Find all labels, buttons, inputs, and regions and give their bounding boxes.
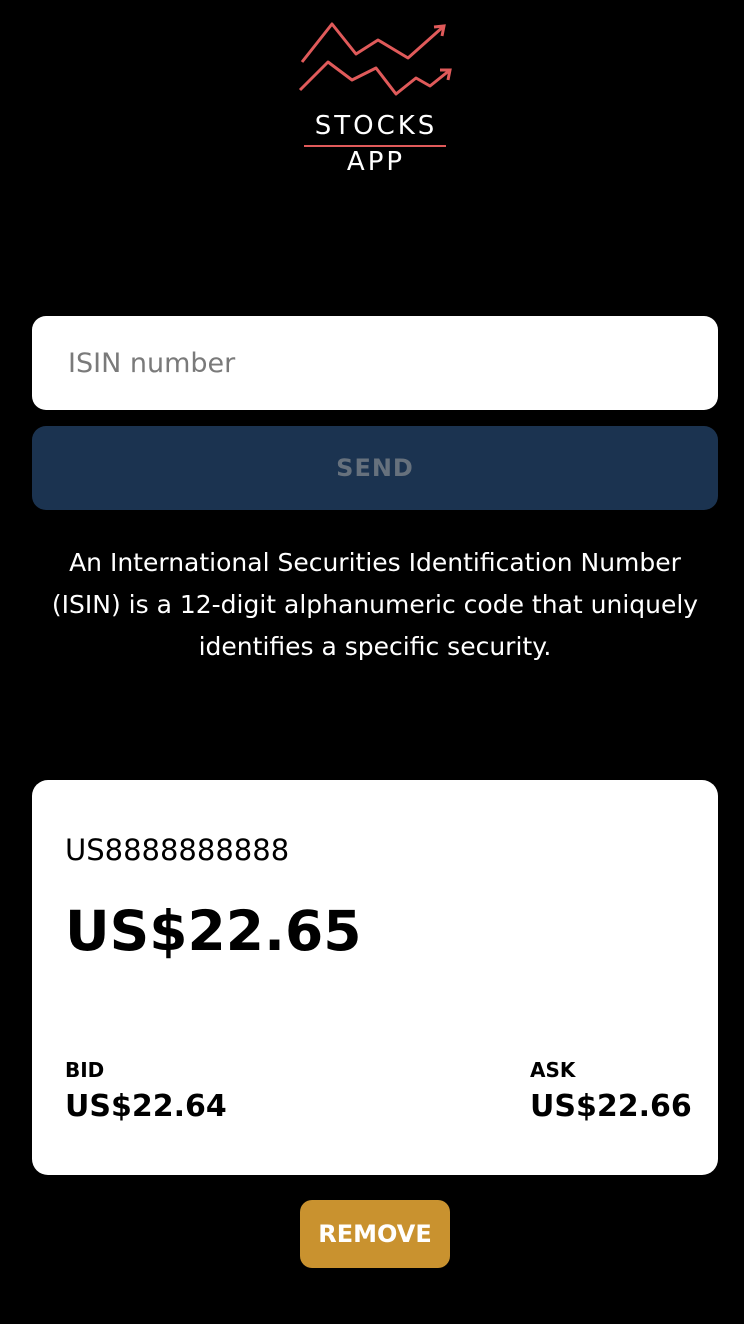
logo-title-stocks: STOCKS	[314, 111, 438, 141]
quote-isin: US8888888888	[65, 833, 290, 867]
isin-description: An International Securities Identificati…	[51, 548, 699, 661]
quote-card: US8888888888 US$22.65 BID US$22.64 ASK U…	[32, 780, 718, 1175]
bid-value: US$22.64	[65, 1089, 227, 1124]
trend-arrows-icon	[298, 22, 452, 96]
quote-price: US$22.65	[65, 899, 362, 963]
ask-value: US$22.66	[530, 1089, 692, 1124]
send-button[interactable]: SEND	[32, 426, 718, 510]
isin-input[interactable]	[32, 316, 718, 410]
stocks-app-logo: STOCKS APP	[296, 18, 456, 178]
ask-label: ASK	[530, 1058, 576, 1082]
bid-label: BID	[65, 1058, 105, 1082]
remove-button[interactable]: REMOVE	[300, 1200, 450, 1268]
logo-title-app: APP	[346, 147, 406, 177]
